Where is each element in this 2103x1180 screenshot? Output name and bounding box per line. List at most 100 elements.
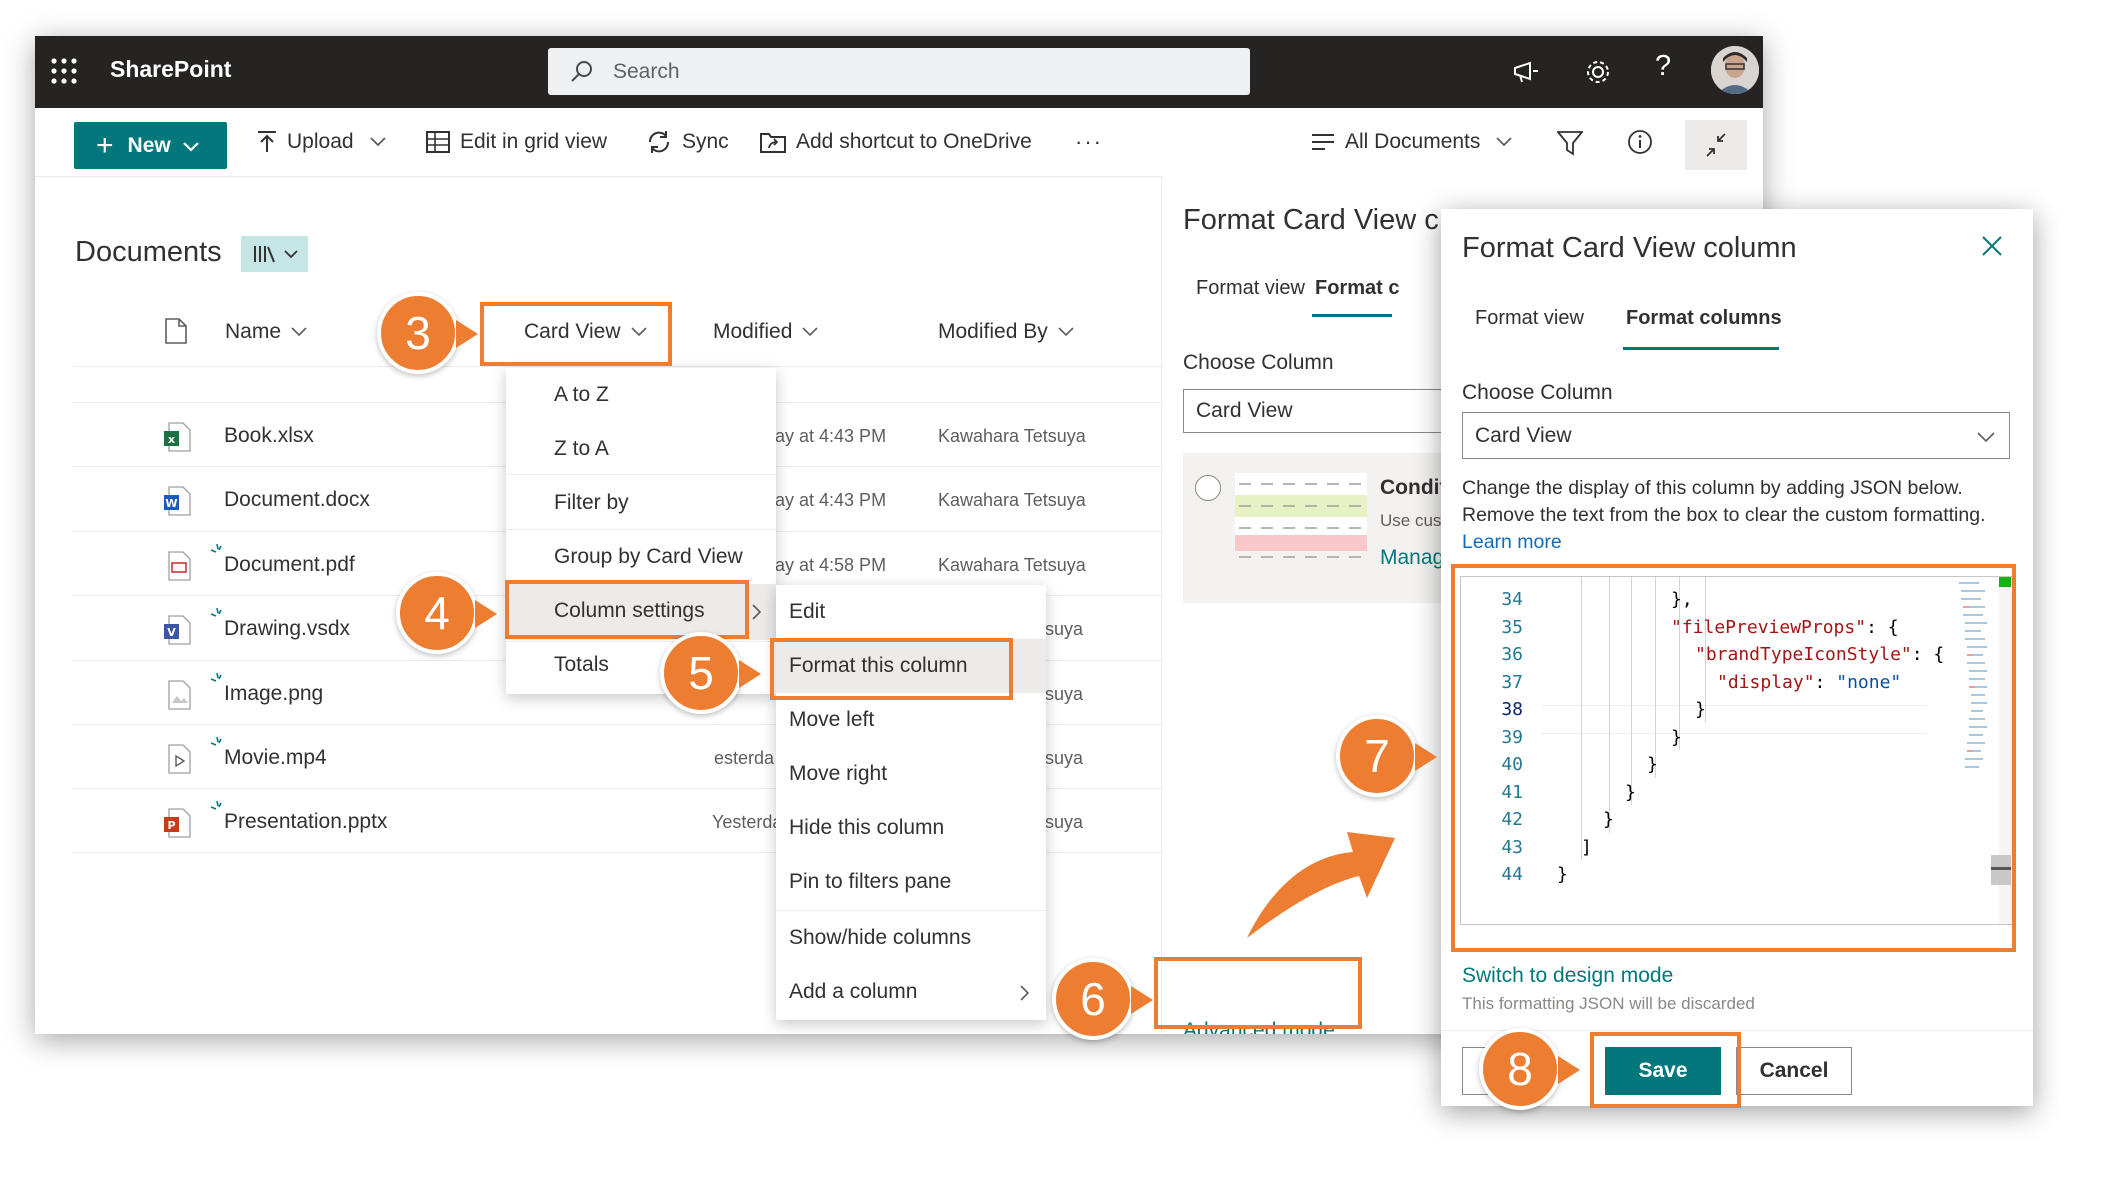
file-name[interactable]: Document.pdf bbox=[224, 553, 355, 577]
new-item-icon bbox=[210, 543, 224, 562]
file-modified-by: suya bbox=[1045, 748, 1084, 768]
new-button[interactable]: + New bbox=[74, 122, 227, 169]
tab-active-underline bbox=[1623, 347, 1779, 350]
column-header-name-label: Name bbox=[225, 320, 282, 343]
library-title: Documents bbox=[75, 236, 222, 268]
submenu-item[interactable]: Edit bbox=[776, 585, 1046, 639]
menu-item[interactable]: Totals bbox=[506, 638, 776, 692]
chevron-down-icon bbox=[182, 134, 199, 158]
column-header-modified-label: Modified bbox=[713, 320, 793, 343]
info-icon[interactable] bbox=[1627, 129, 1653, 155]
upload-label: Upload bbox=[287, 130, 354, 153]
tab-format-view-back[interactable]: Format view bbox=[1196, 277, 1305, 300]
new-item-icon bbox=[210, 800, 224, 819]
waffle-icon[interactable] bbox=[49, 56, 79, 86]
switch-design-mode-link[interactable]: Switch to design mode bbox=[1462, 964, 1673, 988]
choose-column-label-back: Choose Column bbox=[1183, 351, 1334, 374]
app-title[interactable]: SharePoint bbox=[110, 56, 231, 83]
view-list-icon bbox=[1311, 133, 1335, 151]
add-shortcut-button[interactable]: Add shortcut to OneDrive bbox=[760, 108, 1032, 176]
file-modified-by: suya bbox=[1045, 619, 1084, 639]
step-badge-4: 4 bbox=[396, 572, 478, 654]
file-name[interactable]: Movie.mp4 bbox=[224, 746, 327, 770]
upload-icon bbox=[257, 130, 277, 154]
new-item-icon bbox=[210, 607, 224, 626]
megaphone-icon[interactable] bbox=[1512, 59, 1540, 85]
file-modified-by: Kawahara Tetsuya bbox=[938, 555, 1086, 575]
collapse-button[interactable] bbox=[1685, 120, 1747, 170]
step-pointer bbox=[1131, 986, 1153, 1014]
new-label: New bbox=[127, 133, 171, 157]
menu-item[interactable]: Filter by bbox=[506, 476, 776, 530]
radio-button[interactable] bbox=[1195, 475, 1221, 501]
column-select-back[interactable]: Card View bbox=[1183, 389, 1483, 433]
column-select[interactable]: Card View bbox=[1462, 412, 2010, 459]
help-icon[interactable]: ? bbox=[1655, 50, 1671, 83]
menu-item[interactable]: Column settings bbox=[506, 584, 776, 638]
chevron-down-icon bbox=[802, 327, 818, 337]
upload-button[interactable]: Upload bbox=[257, 108, 386, 176]
edit-grid-label: Edit in grid view bbox=[460, 130, 608, 153]
menu-item[interactable]: Group by Card View bbox=[506, 530, 776, 584]
submenu-item[interactable]: Add a column bbox=[776, 965, 1046, 1019]
submenu-item[interactable]: Move right bbox=[776, 747, 1046, 801]
tab-format-view[interactable]: Format view bbox=[1475, 307, 1584, 330]
avatar[interactable] bbox=[1711, 46, 1759, 94]
visio-file-icon: V bbox=[163, 615, 191, 650]
file-modified-by: suya bbox=[1045, 684, 1084, 704]
gear-icon[interactable] bbox=[1584, 58, 1612, 86]
highlight-json-editor bbox=[1451, 564, 2016, 952]
step-badge-6: 6 bbox=[1052, 958, 1134, 1040]
tab-format-columns-back[interactable]: Format c bbox=[1315, 277, 1399, 300]
file-name[interactable]: Book.xlsx bbox=[224, 424, 314, 448]
plus-icon: + bbox=[96, 128, 114, 162]
chevron-down-icon bbox=[1977, 430, 1995, 448]
more-button[interactable]: ··· bbox=[1075, 108, 1103, 176]
add-shortcut-label: Add shortcut to OneDrive bbox=[796, 130, 1032, 153]
tab-format-columns[interactable]: Format columns bbox=[1626, 307, 1782, 330]
submenu-item[interactable]: Move left bbox=[776, 693, 1046, 747]
tab-underline bbox=[1312, 314, 1392, 317]
json-description: Change the display of this column by add… bbox=[1462, 475, 2017, 556]
add-column-chevron-icon bbox=[1020, 985, 1030, 1006]
edit-grid-button[interactable]: Edit in grid view bbox=[426, 108, 607, 176]
menu-item[interactable]: Z to A bbox=[506, 422, 776, 476]
header-divider bbox=[73, 366, 1163, 367]
file-modified: ay at 4:43 PM bbox=[775, 426, 887, 446]
powerpoint-file-icon: P bbox=[163, 808, 191, 843]
step-pointer bbox=[456, 320, 478, 348]
file-type-header-icon bbox=[165, 318, 187, 349]
cancel-button[interactable]: Cancel bbox=[1736, 1047, 1852, 1095]
library-switcher[interactable] bbox=[241, 236, 308, 272]
condition-card-back: Condit Use cus Manag bbox=[1183, 453, 1483, 603]
filter-icon[interactable] bbox=[1556, 130, 1584, 156]
file-name[interactable]: Drawing.vsdx bbox=[224, 617, 350, 641]
panel-back-title: Format Card View c bbox=[1183, 204, 1439, 236]
column-header-menu: A to ZZ to A Filter by Group by Card View C… bbox=[506, 368, 776, 694]
learn-more-link[interactable]: Learn more bbox=[1462, 531, 1562, 553]
file-name[interactable]: Image.png bbox=[224, 682, 323, 706]
submenu-item[interactable]: Hide this column bbox=[776, 801, 1046, 855]
suite-bar: SharePoint Search ? bbox=[35, 36, 1763, 108]
submenu-item[interactable]: Show/hide columns bbox=[776, 911, 1046, 965]
menu-item[interactable]: A to Z bbox=[506, 368, 776, 422]
sync-button[interactable]: Sync bbox=[646, 108, 729, 176]
submenu-item[interactable]: Pin to filters pane bbox=[776, 855, 1046, 909]
column-header-modified-by[interactable]: Modified By bbox=[938, 320, 1074, 344]
file-name[interactable]: Document.docx bbox=[224, 488, 370, 512]
column-select-value: Card View bbox=[1475, 424, 1572, 447]
discard-note: This formatting JSON will be discarded bbox=[1462, 994, 1755, 1013]
close-icon[interactable] bbox=[1981, 235, 2003, 257]
search-box[interactable]: Search bbox=[548, 48, 1250, 95]
file-name[interactable]: Presentation.pptx bbox=[224, 810, 387, 834]
step-pointer bbox=[475, 600, 497, 628]
manage-link-back[interactable]: Manag bbox=[1380, 546, 1444, 570]
column-select-back-value: Card View bbox=[1196, 399, 1293, 422]
view-switcher[interactable]: All Documents bbox=[1311, 108, 1513, 176]
chevron-down-icon bbox=[291, 327, 307, 337]
column-header-name[interactable]: Name bbox=[225, 320, 307, 344]
column-header-modified[interactable]: Modified bbox=[713, 320, 818, 344]
new-item-icon bbox=[210, 736, 224, 755]
file-modified: Yesterda bbox=[712, 812, 783, 832]
step-badge-3: 3 bbox=[377, 292, 459, 374]
